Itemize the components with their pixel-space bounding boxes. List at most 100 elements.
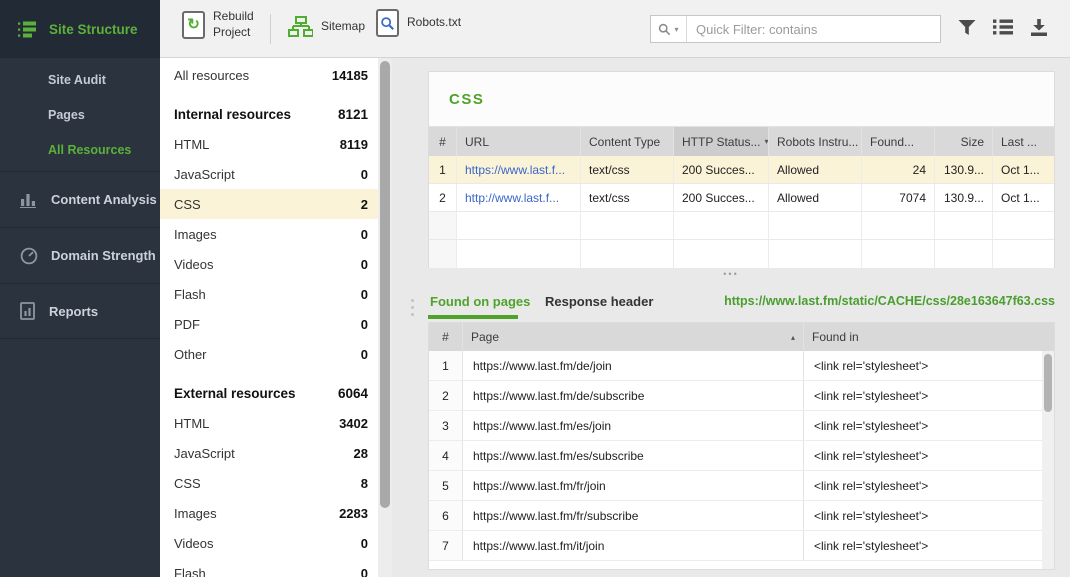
column-header-content-type[interactable]: Content Type (581, 127, 674, 156)
resource-item-internal-images[interactable]: Images 0 (160, 219, 378, 249)
sidebar-item-pages[interactable]: Pages (0, 97, 160, 132)
table-row[interactable]: 1 https://www.last.f... text/css 200 Suc… (429, 156, 1054, 184)
page-link[interactable]: https://www.last.fm/fr/subscribe (463, 501, 804, 530)
column-header-http-status[interactable]: HTTP Status... ▾ (674, 127, 769, 156)
resources-scrollbar-thumb[interactable] (380, 61, 390, 508)
page-link[interactable]: https://www.last.fm/de/join (463, 351, 804, 380)
column-header-url[interactable]: URL (457, 127, 581, 156)
robots-txt-button[interactable]: Robots.txt (376, 9, 461, 37)
resource-item-external-javascript[interactable]: JavaScript 28 (160, 438, 378, 468)
sidebar-item-site-structure[interactable]: Site Structure (0, 0, 160, 58)
quick-filter-input[interactable] (687, 16, 940, 42)
document-refresh-icon: ↻ (182, 10, 205, 39)
column-header-last[interactable]: Last ... (993, 127, 1054, 156)
detail-table-scrollbar[interactable] (1042, 351, 1054, 569)
top-toolbar: Site Structure ↻ Rebuild Project Sitemap… (0, 0, 1070, 58)
sort-asc-icon: ▴ (790, 332, 795, 342)
column-header-robots[interactable]: Robots Instru... (769, 127, 862, 156)
rebuild-project-label: Rebuild Project (213, 9, 254, 39)
resource-item-internal-html[interactable]: HTML 8119 (160, 129, 378, 159)
url-link[interactable]: https://www.last.f... (457, 156, 581, 183)
quick-filter-box: ▾ (650, 15, 941, 43)
resource-item-external-images[interactable]: Images 2283 (160, 498, 378, 528)
column-header-num[interactable]: # (429, 323, 463, 351)
sitemap-label: Sitemap (321, 19, 366, 34)
page-link[interactable]: https://www.last.fm/fr/join (463, 471, 804, 500)
table-row[interactable]: 4 https://www.last.fm/es/subscribe <link… (429, 441, 1042, 471)
resource-item-internal-javascript[interactable]: JavaScript 0 (160, 159, 378, 189)
resource-section-external[interactable]: External resources 6064 (160, 378, 378, 408)
found-on-pages-table-card: # Page ▴ Found in 1 https://www.last.fm/… (428, 322, 1055, 570)
detail-table-header: # Page ▴ Found in (429, 323, 1054, 351)
horizontal-splitter-handle[interactable]: ••• (392, 266, 1070, 284)
sort-desc-icon: ▾ (764, 137, 769, 146)
rebuild-project-button[interactable]: ↻ Rebuild Project (182, 9, 265, 40)
resource-section-internal[interactable]: Internal resources 8121 (160, 99, 378, 129)
table-row[interactable]: 7 https://www.last.fm/it/join <link rel=… (429, 531, 1042, 561)
column-header-page[interactable]: Page ▴ (463, 323, 804, 351)
detail-panel: CSS # URL Content Type HTTP Status... ▾ … (392, 58, 1070, 577)
page-link[interactable]: https://www.last.fm/es/join (463, 411, 804, 440)
column-header-num[interactable]: # (429, 127, 457, 156)
sidebar-item-reports[interactable]: Reports (0, 283, 160, 339)
table-row[interactable]: 1 https://www.last.fm/de/join <link rel=… (429, 351, 1042, 381)
table-row[interactable]: 5 https://www.last.fm/fr/join <link rel=… (429, 471, 1042, 501)
url-link[interactable]: http://www.last.f... (457, 184, 581, 211)
robots-txt-label: Robots.txt (407, 15, 462, 30)
search-icon (659, 23, 671, 35)
vertical-splitter-handle[interactable] (411, 299, 415, 320)
results-title-bar: CSS (429, 72, 1054, 127)
resource-item-all-resources[interactable]: All resources 14185 (160, 60, 378, 90)
resource-item-external-flash[interactable]: Flash 0 (160, 558, 378, 577)
export-download-icon[interactable] (1029, 19, 1049, 36)
tab-found-on-pages[interactable]: Found on pages (430, 284, 530, 318)
column-header-found[interactable]: Found... (862, 127, 935, 156)
resource-item-internal-css[interactable]: CSS 2 (160, 189, 378, 219)
bar-chart-icon (20, 192, 38, 208)
sidebar-item-all-resources[interactable]: All Resources (0, 132, 160, 167)
sitemap-button[interactable]: Sitemap (288, 16, 365, 38)
section-title: Site Structure (49, 21, 138, 37)
table-row[interactable]: 3 https://www.last.fm/es/join <link rel=… (429, 411, 1042, 441)
resource-item-external-videos[interactable]: Videos 0 (160, 528, 378, 558)
tab-response-header[interactable]: Response header (545, 284, 653, 318)
site-structure-icon (18, 21, 38, 38)
document-search-icon (376, 9, 399, 37)
table-row[interactable]: 6 https://www.last.fm/fr/subscribe <link… (429, 501, 1042, 531)
resource-item-internal-flash[interactable]: Flash 0 (160, 279, 378, 309)
resource-item-internal-pdf[interactable]: PDF 0 (160, 309, 378, 339)
page-link[interactable]: https://www.last.fm/es/subscribe (463, 441, 804, 470)
resource-item-internal-other[interactable]: Other 0 (160, 339, 378, 369)
column-header-found-in[interactable]: Found in (804, 323, 1054, 351)
resources-filter-panel: All resources 14185 Internal resources 812… (160, 58, 392, 577)
detail-table-scrollbar-thumb[interactable] (1044, 354, 1052, 412)
page-link[interactable]: https://www.last.fm/de/subscribe (463, 381, 804, 410)
sidebar-item-content-analysis[interactable]: Content Analysis (0, 171, 160, 227)
column-header-size[interactable]: Size (935, 127, 993, 156)
search-mode-dropdown[interactable]: ▾ (651, 16, 687, 42)
filter-funnel-icon[interactable] (957, 19, 977, 36)
results-table-card: CSS # URL Content Type HTTP Status... ▾ … (428, 71, 1055, 268)
table-row[interactable]: 2 https://www.last.fm/de/subscribe <link… (429, 381, 1042, 411)
empty-table-row (429, 240, 1054, 268)
resource-item-internal-videos[interactable]: Videos 0 (160, 249, 378, 279)
resource-item-external-css[interactable]: CSS 8 (160, 468, 378, 498)
main-sidebar: Site Audit Pages All Resources Content A… (0, 58, 160, 577)
active-tab-underline (428, 315, 518, 319)
toolbar-separator (270, 14, 271, 44)
view-details-icon[interactable] (993, 19, 1013, 35)
page-link[interactable]: https://www.last.fm/it/join (463, 531, 804, 560)
gauge-icon (20, 247, 38, 265)
resource-item-external-html[interactable]: HTML 3402 (160, 408, 378, 438)
detail-tabs-bar: Found on pages Response header https://w… (428, 284, 1055, 322)
sitemap-icon (288, 16, 313, 38)
sidebar-item-domain-strength[interactable]: Domain Strength (0, 227, 160, 283)
empty-table-row (429, 212, 1054, 240)
table-row[interactable]: 2 http://www.last.f... text/css 200 Succ… (429, 184, 1054, 212)
results-title: CSS (449, 90, 485, 108)
selected-resource-url: https://www.last.fm/static/CACHE/css/28e… (724, 294, 1055, 308)
results-table-header: # URL Content Type HTTP Status... ▾ Robo… (429, 127, 1054, 156)
chevron-down-icon: ▾ (674, 24, 679, 34)
sidebar-item-site-audit[interactable]: Site Audit (0, 62, 160, 97)
resources-scrollbar[interactable] (378, 58, 392, 577)
